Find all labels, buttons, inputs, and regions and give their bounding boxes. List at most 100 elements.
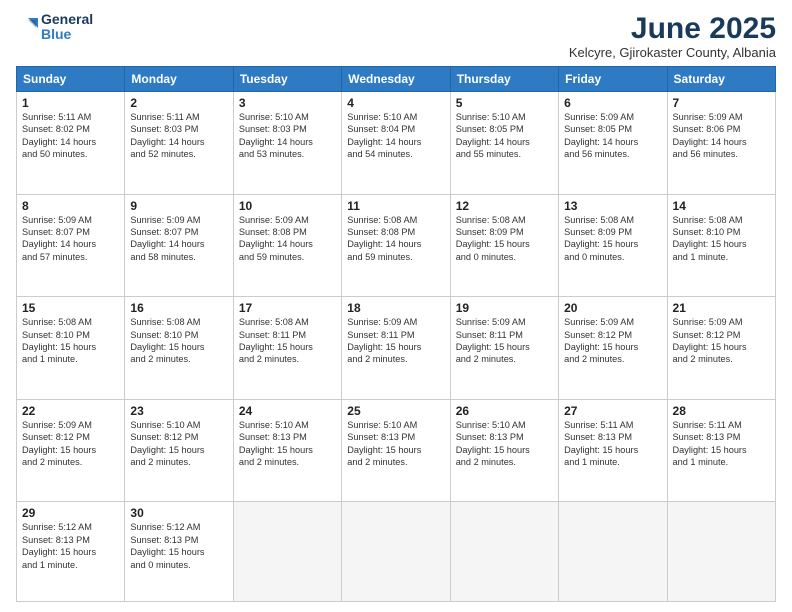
- day-info: Sunrise: 5:09 AM Sunset: 8:08 PM Dayligh…: [239, 214, 336, 264]
- calendar-cell: [450, 502, 558, 602]
- calendar-cell: 5Sunrise: 5:10 AM Sunset: 8:05 PM Daylig…: [450, 92, 558, 195]
- calendar-cell: 7Sunrise: 5:09 AM Sunset: 8:06 PM Daylig…: [667, 92, 775, 195]
- day-info: Sunrise: 5:09 AM Sunset: 8:12 PM Dayligh…: [22, 419, 119, 469]
- day-info: Sunrise: 5:08 AM Sunset: 8:11 PM Dayligh…: [239, 316, 336, 366]
- title-block: June 2025 Kelcyre, Gjirokaster County, A…: [569, 12, 776, 60]
- col-header-saturday: Saturday: [667, 67, 775, 92]
- logo-blue: Blue: [41, 26, 71, 42]
- day-number: 14: [673, 199, 770, 213]
- calendar-cell: 26Sunrise: 5:10 AM Sunset: 8:13 PM Dayli…: [450, 399, 558, 502]
- day-number: 30: [130, 506, 227, 520]
- page: General Blue June 2025 Kelcyre, Gjirokas…: [0, 0, 792, 612]
- calendar-cell: 12Sunrise: 5:08 AM Sunset: 8:09 PM Dayli…: [450, 194, 558, 297]
- calendar-cell: 28Sunrise: 5:11 AM Sunset: 8:13 PM Dayli…: [667, 399, 775, 502]
- header: General Blue June 2025 Kelcyre, Gjirokas…: [16, 12, 776, 60]
- day-number: 28: [673, 404, 770, 418]
- day-number: 2: [130, 96, 227, 110]
- day-info: Sunrise: 5:10 AM Sunset: 8:13 PM Dayligh…: [347, 419, 444, 469]
- col-header-wednesday: Wednesday: [342, 67, 450, 92]
- day-info: Sunrise: 5:09 AM Sunset: 8:06 PM Dayligh…: [673, 111, 770, 161]
- day-info: Sunrise: 5:09 AM Sunset: 8:07 PM Dayligh…: [130, 214, 227, 264]
- day-number: 11: [347, 199, 444, 213]
- day-number: 20: [564, 301, 661, 315]
- day-info: Sunrise: 5:10 AM Sunset: 8:05 PM Dayligh…: [456, 111, 553, 161]
- calendar-cell: 21Sunrise: 5:09 AM Sunset: 8:12 PM Dayli…: [667, 297, 775, 400]
- col-header-monday: Monday: [125, 67, 233, 92]
- calendar-cell: 11Sunrise: 5:08 AM Sunset: 8:08 PM Dayli…: [342, 194, 450, 297]
- calendar-cell: 22Sunrise: 5:09 AM Sunset: 8:12 PM Dayli…: [17, 399, 125, 502]
- calendar-cell: 2Sunrise: 5:11 AM Sunset: 8:03 PM Daylig…: [125, 92, 233, 195]
- logo-triangle-icon: [16, 16, 38, 38]
- calendar-cell: 19Sunrise: 5:09 AM Sunset: 8:11 PM Dayli…: [450, 297, 558, 400]
- day-number: 6: [564, 96, 661, 110]
- day-number: 21: [673, 301, 770, 315]
- calendar-cell: 25Sunrise: 5:10 AM Sunset: 8:13 PM Dayli…: [342, 399, 450, 502]
- day-info: Sunrise: 5:10 AM Sunset: 8:13 PM Dayligh…: [456, 419, 553, 469]
- calendar-cell: 16Sunrise: 5:08 AM Sunset: 8:10 PM Dayli…: [125, 297, 233, 400]
- day-info: Sunrise: 5:09 AM Sunset: 8:11 PM Dayligh…: [456, 316, 553, 366]
- day-number: 3: [239, 96, 336, 110]
- col-header-sunday: Sunday: [17, 67, 125, 92]
- col-header-friday: Friday: [559, 67, 667, 92]
- day-number: 27: [564, 404, 661, 418]
- day-number: 9: [130, 199, 227, 213]
- day-info: Sunrise: 5:10 AM Sunset: 8:03 PM Dayligh…: [239, 111, 336, 161]
- day-number: 1: [22, 96, 119, 110]
- day-info: Sunrise: 5:08 AM Sunset: 8:10 PM Dayligh…: [22, 316, 119, 366]
- calendar-cell: 14Sunrise: 5:08 AM Sunset: 8:10 PM Dayli…: [667, 194, 775, 297]
- calendar-cell: [559, 502, 667, 602]
- day-number: 25: [347, 404, 444, 418]
- day-number: 8: [22, 199, 119, 213]
- day-number: 4: [347, 96, 444, 110]
- calendar-cell: 29Sunrise: 5:12 AM Sunset: 8:13 PM Dayli…: [17, 502, 125, 602]
- day-number: 13: [564, 199, 661, 213]
- calendar-cell: 10Sunrise: 5:09 AM Sunset: 8:08 PM Dayli…: [233, 194, 341, 297]
- calendar-table: SundayMondayTuesdayWednesdayThursdayFrid…: [16, 66, 776, 602]
- day-info: Sunrise: 5:09 AM Sunset: 8:07 PM Dayligh…: [22, 214, 119, 264]
- logo-content: General Blue: [16, 12, 93, 43]
- calendar-cell: 6Sunrise: 5:09 AM Sunset: 8:05 PM Daylig…: [559, 92, 667, 195]
- day-info: Sunrise: 5:08 AM Sunset: 8:08 PM Dayligh…: [347, 214, 444, 264]
- calendar-cell: 1Sunrise: 5:11 AM Sunset: 8:02 PM Daylig…: [17, 92, 125, 195]
- day-info: Sunrise: 5:12 AM Sunset: 8:13 PM Dayligh…: [22, 521, 119, 571]
- day-info: Sunrise: 5:09 AM Sunset: 8:12 PM Dayligh…: [673, 316, 770, 366]
- day-info: Sunrise: 5:11 AM Sunset: 8:13 PM Dayligh…: [564, 419, 661, 469]
- calendar-cell: [667, 502, 775, 602]
- day-number: 26: [456, 404, 553, 418]
- logo-general: General: [41, 11, 93, 27]
- day-number: 24: [239, 404, 336, 418]
- day-number: 15: [22, 301, 119, 315]
- day-info: Sunrise: 5:11 AM Sunset: 8:03 PM Dayligh…: [130, 111, 227, 161]
- day-number: 17: [239, 301, 336, 315]
- calendar-cell: 4Sunrise: 5:10 AM Sunset: 8:04 PM Daylig…: [342, 92, 450, 195]
- day-number: 18: [347, 301, 444, 315]
- calendar-cell: 17Sunrise: 5:08 AM Sunset: 8:11 PM Dayli…: [233, 297, 341, 400]
- day-info: Sunrise: 5:09 AM Sunset: 8:11 PM Dayligh…: [347, 316, 444, 366]
- day-info: Sunrise: 5:11 AM Sunset: 8:13 PM Dayligh…: [673, 419, 770, 469]
- day-info: Sunrise: 5:10 AM Sunset: 8:13 PM Dayligh…: [239, 419, 336, 469]
- day-number: 10: [239, 199, 336, 213]
- calendar-cell: 15Sunrise: 5:08 AM Sunset: 8:10 PM Dayli…: [17, 297, 125, 400]
- day-number: 5: [456, 96, 553, 110]
- day-info: Sunrise: 5:08 AM Sunset: 8:09 PM Dayligh…: [456, 214, 553, 264]
- day-info: Sunrise: 5:09 AM Sunset: 8:12 PM Dayligh…: [564, 316, 661, 366]
- calendar-cell: 9Sunrise: 5:09 AM Sunset: 8:07 PM Daylig…: [125, 194, 233, 297]
- calendar-cell: 20Sunrise: 5:09 AM Sunset: 8:12 PM Dayli…: [559, 297, 667, 400]
- day-info: Sunrise: 5:08 AM Sunset: 8:09 PM Dayligh…: [564, 214, 661, 264]
- day-info: Sunrise: 5:08 AM Sunset: 8:10 PM Dayligh…: [673, 214, 770, 264]
- col-header-tuesday: Tuesday: [233, 67, 341, 92]
- day-number: 23: [130, 404, 227, 418]
- day-number: 29: [22, 506, 119, 520]
- logo: General Blue: [16, 12, 93, 43]
- col-header-thursday: Thursday: [450, 67, 558, 92]
- calendar-cell: 24Sunrise: 5:10 AM Sunset: 8:13 PM Dayli…: [233, 399, 341, 502]
- day-info: Sunrise: 5:12 AM Sunset: 8:13 PM Dayligh…: [130, 521, 227, 571]
- calendar-cell: 23Sunrise: 5:10 AM Sunset: 8:12 PM Dayli…: [125, 399, 233, 502]
- calendar-cell: 8Sunrise: 5:09 AM Sunset: 8:07 PM Daylig…: [17, 194, 125, 297]
- day-info: Sunrise: 5:10 AM Sunset: 8:12 PM Dayligh…: [130, 419, 227, 469]
- calendar-cell: [233, 502, 341, 602]
- calendar-cell: 30Sunrise: 5:12 AM Sunset: 8:13 PM Dayli…: [125, 502, 233, 602]
- day-number: 7: [673, 96, 770, 110]
- subtitle: Kelcyre, Gjirokaster County, Albania: [569, 45, 776, 60]
- calendar-cell: 3Sunrise: 5:10 AM Sunset: 8:03 PM Daylig…: [233, 92, 341, 195]
